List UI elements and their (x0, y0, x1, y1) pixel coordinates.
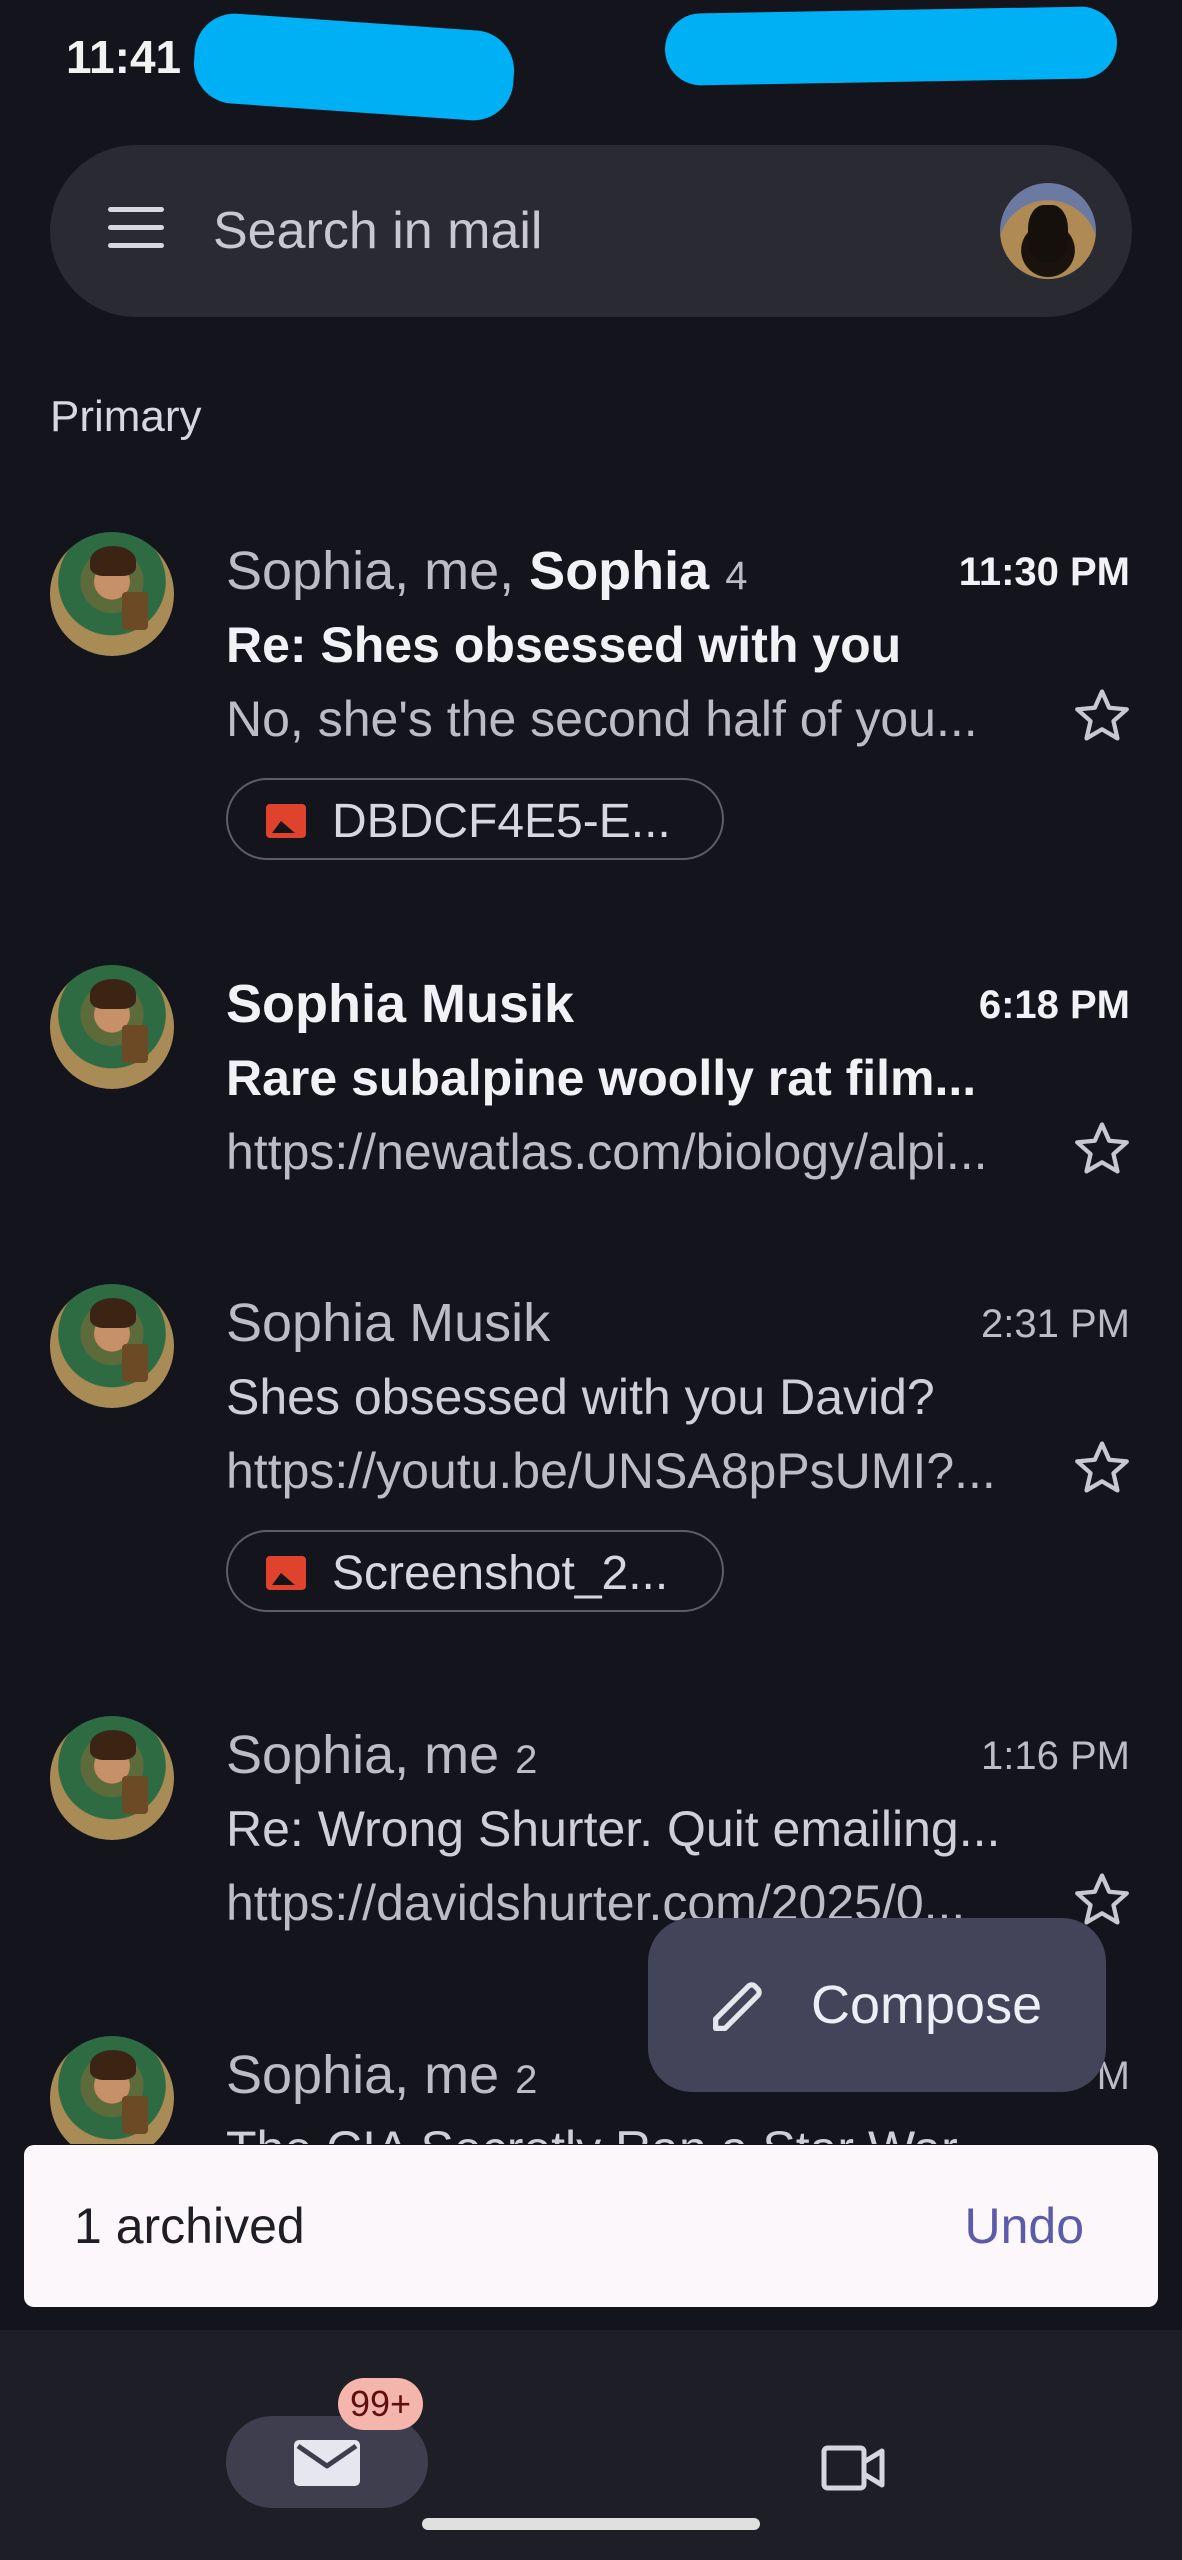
email-row[interactable]: Sophia Musik 6:18 PM Rare subalpine wool… (0, 963, 1182, 1203)
attachment-chip[interactable]: DBDCF4E5-E... (226, 778, 724, 860)
undo-button[interactable]: Undo (964, 2197, 1084, 2255)
search-bar[interactable]: Search in mail (50, 145, 1132, 317)
email-row[interactable]: Sophia, me 2 1:16 PM Re: Wrong Shurter. Q… (0, 1714, 1182, 1944)
email-subject: Rare subalpine woolly rat film... (226, 1050, 977, 1106)
attachment-name: Screenshot_2... (332, 1547, 669, 1600)
menu-icon[interactable] (108, 207, 164, 249)
section-label: Primary (50, 392, 202, 441)
image-icon (266, 804, 306, 838)
email-row[interactable]: Sophia, me, Sophia 4 11:30 PM Re: Shes ob… (0, 530, 1182, 870)
email-snippet: https://youtu.be/UNSA8pPsUMI?... (226, 1443, 996, 1499)
attachment-chip[interactable]: Screenshot_2... (226, 1530, 724, 1612)
compose-button[interactable]: Compose (648, 1918, 1106, 2092)
video-call-icon[interactable] (818, 2442, 890, 2494)
email-snippet: No, she's the second half of you... (226, 691, 978, 747)
pencil-icon (713, 1982, 762, 2031)
thread-count: 4 (725, 554, 748, 598)
mail-icon (294, 2440, 360, 2486)
thread-count: 2 (515, 1738, 538, 1782)
email-subject: The CIA Secretly Ran a Star War... (226, 2120, 1026, 2144)
image-icon (266, 1556, 306, 1590)
star-icon[interactable] (1070, 1117, 1134, 1181)
sender-avatar[interactable] (50, 2036, 174, 2144)
redaction-mark (191, 10, 517, 124)
email-time: 1:16 PM (981, 1734, 1130, 1778)
email-sender: Sophia, me, Sophia 4 (226, 541, 748, 601)
snackbar-message: 1 archived (74, 2198, 305, 2254)
attachment-name: DBDCF4E5-E... (332, 795, 671, 848)
email-snippet: https://newatlas.com/biology/alpi... (226, 1124, 988, 1180)
email-time: 2:31 PM (981, 1302, 1130, 1346)
bottom-nav: 99+ (0, 2330, 1182, 2560)
search-input[interactable]: Search in mail (213, 201, 542, 261)
thread-count: 2 (515, 2058, 538, 2102)
sender-avatar[interactable] (50, 1284, 174, 1408)
sender-avatar[interactable] (50, 965, 174, 1089)
star-icon[interactable] (1070, 684, 1134, 748)
compose-label: Compose (811, 1975, 1043, 2035)
email-subject: Shes obsessed with you David? (226, 1369, 935, 1425)
email-subject: Re: Wrong Shurter. Quit emailing... (226, 1801, 1001, 1857)
status-bar: 11:41 (0, 0, 1182, 124)
redaction-mark (664, 6, 1118, 86)
email-sender: Sophia, me 2 (226, 2045, 538, 2105)
sender-avatar[interactable] (50, 532, 174, 656)
email-subject: Re: Shes obsessed with you (226, 617, 902, 673)
star-icon[interactable] (1070, 1436, 1134, 1500)
email-time: 6:18 PM (978, 983, 1130, 1027)
unread-badge: 99+ (338, 2378, 424, 2430)
home-indicator[interactable] (422, 2518, 760, 2530)
sender-avatar[interactable] (50, 1716, 174, 1840)
snackbar: 1 archived Undo (24, 2145, 1158, 2307)
status-time: 11:41 (66, 31, 182, 83)
email-sender: Sophia Musik (226, 974, 575, 1034)
email-sender: Sophia, me 2 (226, 1725, 538, 1785)
email-time: 11:30 PM (958, 550, 1130, 594)
email-sender: Sophia Musik (226, 1293, 551, 1353)
email-row[interactable]: Sophia Musik 2:31 PM Shes obsessed with … (0, 1282, 1182, 1622)
account-avatar[interactable] (1000, 183, 1096, 279)
